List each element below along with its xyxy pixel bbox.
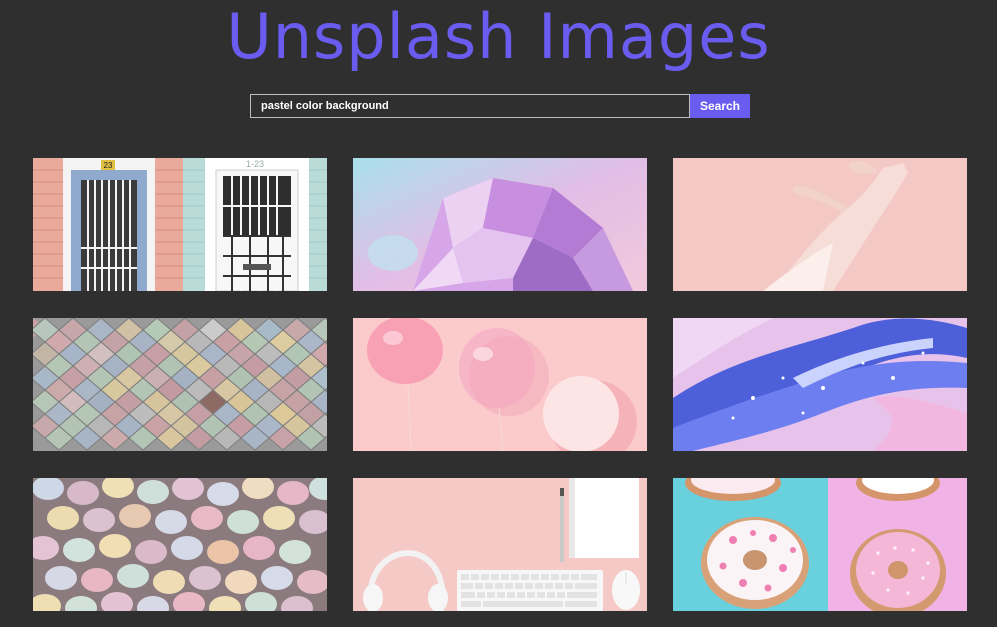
hand-image [673,158,967,291]
image-card-balloons[interactable] [353,318,647,451]
image-card-eggs[interactable] [33,478,327,611]
image-card-workspace[interactable] [353,478,647,611]
image-grid: 23 1-23 [33,158,967,611]
image-card-crystal[interactable] [353,158,647,291]
page: Unsplash Images Search [0,0,997,627]
search-button[interactable]: Search [690,94,750,118]
image-card-donuts[interactable] [673,478,967,611]
search-bar: Search [250,94,750,118]
doors-image: 23 1-23 [33,158,327,291]
page-title: Unsplash Images [226,0,771,73]
crystal-image [353,158,647,291]
fluid-art-image [673,318,967,451]
eggs-image [33,478,327,611]
tiles-image [33,318,327,451]
door-number-23: 23 [104,161,113,170]
image-card-tiles[interactable] [33,318,327,451]
image-card-hand[interactable] [673,158,967,291]
door-number-1-23: 1-23 [246,159,264,169]
workspace-image [353,478,647,611]
donuts-image [673,478,967,611]
image-card-doors[interactable]: 23 1-23 [33,158,327,291]
balloons-image [353,318,647,451]
image-card-fluid-art[interactable] [673,318,967,451]
search-input[interactable] [250,94,690,118]
